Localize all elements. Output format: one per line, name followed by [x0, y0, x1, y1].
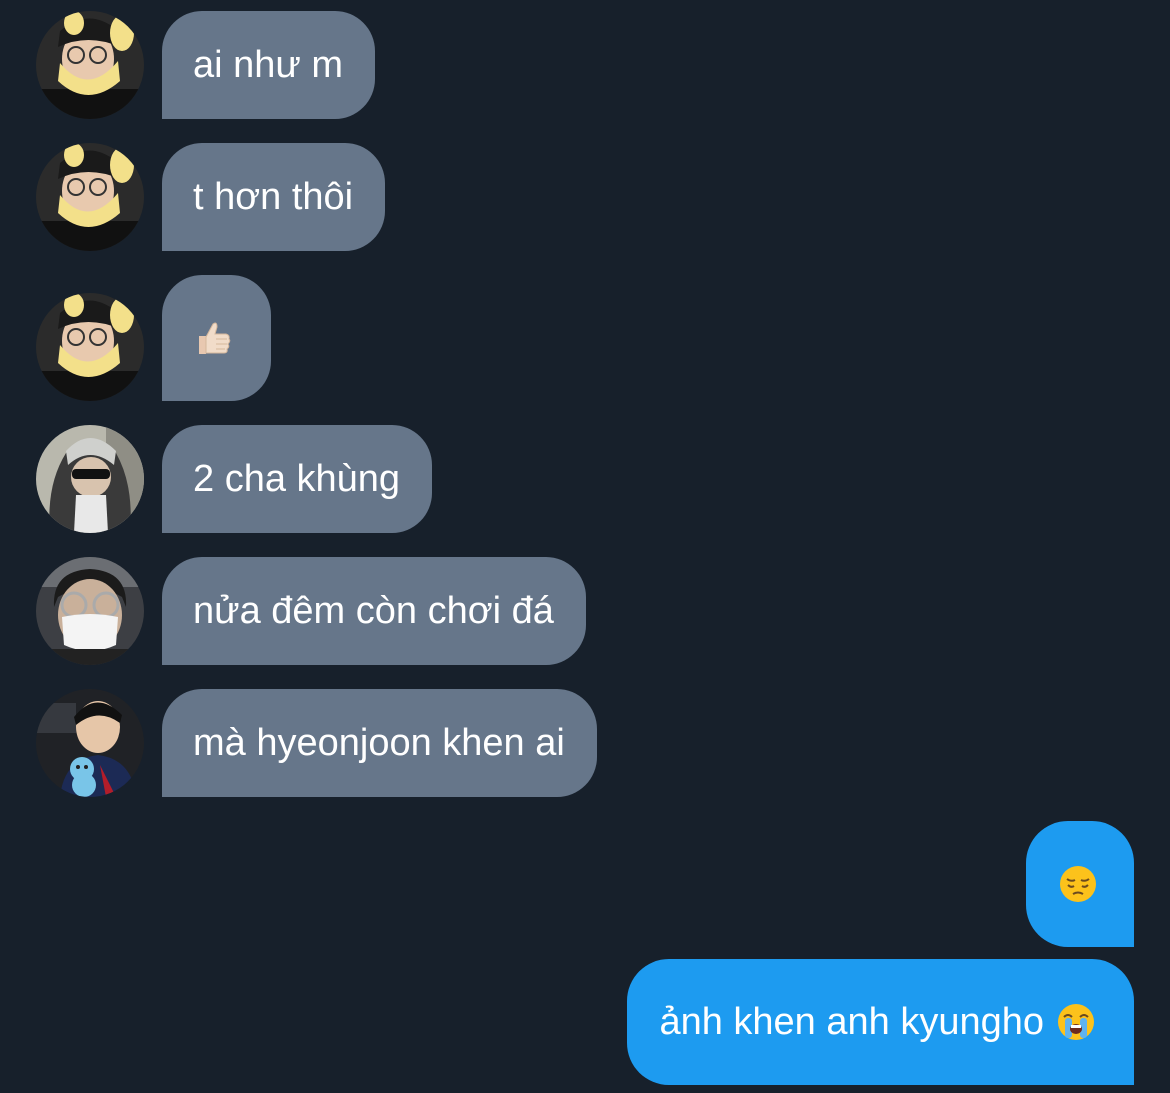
pensive-face-icon: [1060, 866, 1096, 902]
avatar-yellow-hood-icon: [36, 293, 144, 401]
message-text: mà hyeonjoon khen ai: [193, 722, 565, 764]
message-bubble[interactable]: ai như m: [162, 11, 376, 119]
message-text: ai như m: [193, 44, 344, 86]
message-text: ảnh khen anh kyungho: [659, 1001, 1044, 1043]
avatar-yellow-hood-icon: [36, 11, 144, 119]
sender-avatar[interactable]: [36, 143, 144, 251]
message-bubble[interactable]: 2 cha khùng: [162, 425, 433, 533]
message-bubble[interactable]: [162, 275, 271, 401]
sender-avatar[interactable]: [36, 293, 144, 401]
message-bubble-outgoing[interactable]: [1026, 821, 1134, 947]
avatar-hooded-gray-icon: [36, 425, 144, 533]
message-bubble[interactable]: mà hyeonjoon khen ai: [162, 689, 597, 797]
sender-avatar[interactable]: [36, 689, 144, 797]
message-text: t hơn thôi: [193, 176, 354, 218]
message-bubble[interactable]: t hơn thôi: [162, 143, 386, 251]
message-bubble[interactable]: nửa đêm còn chơi đá: [162, 557, 586, 665]
avatar-masked-glasses-icon: [36, 557, 144, 665]
sender-avatar[interactable]: [36, 557, 144, 665]
sender-avatar[interactable]: [36, 425, 144, 533]
thumbs-up-icon: [199, 322, 231, 354]
loudly-crying-face-icon: [1058, 1004, 1094, 1040]
message-text: nửa đêm còn chơi đá: [193, 590, 554, 632]
avatar-yellow-hood-icon: [36, 143, 144, 251]
message-text: 2 cha khùng: [193, 458, 401, 500]
sender-avatar[interactable]: [36, 11, 144, 119]
avatar-plush-toy-icon: [36, 689, 144, 797]
message-bubble-outgoing[interactable]: ảnh khen anh kyungho: [627, 959, 1134, 1085]
